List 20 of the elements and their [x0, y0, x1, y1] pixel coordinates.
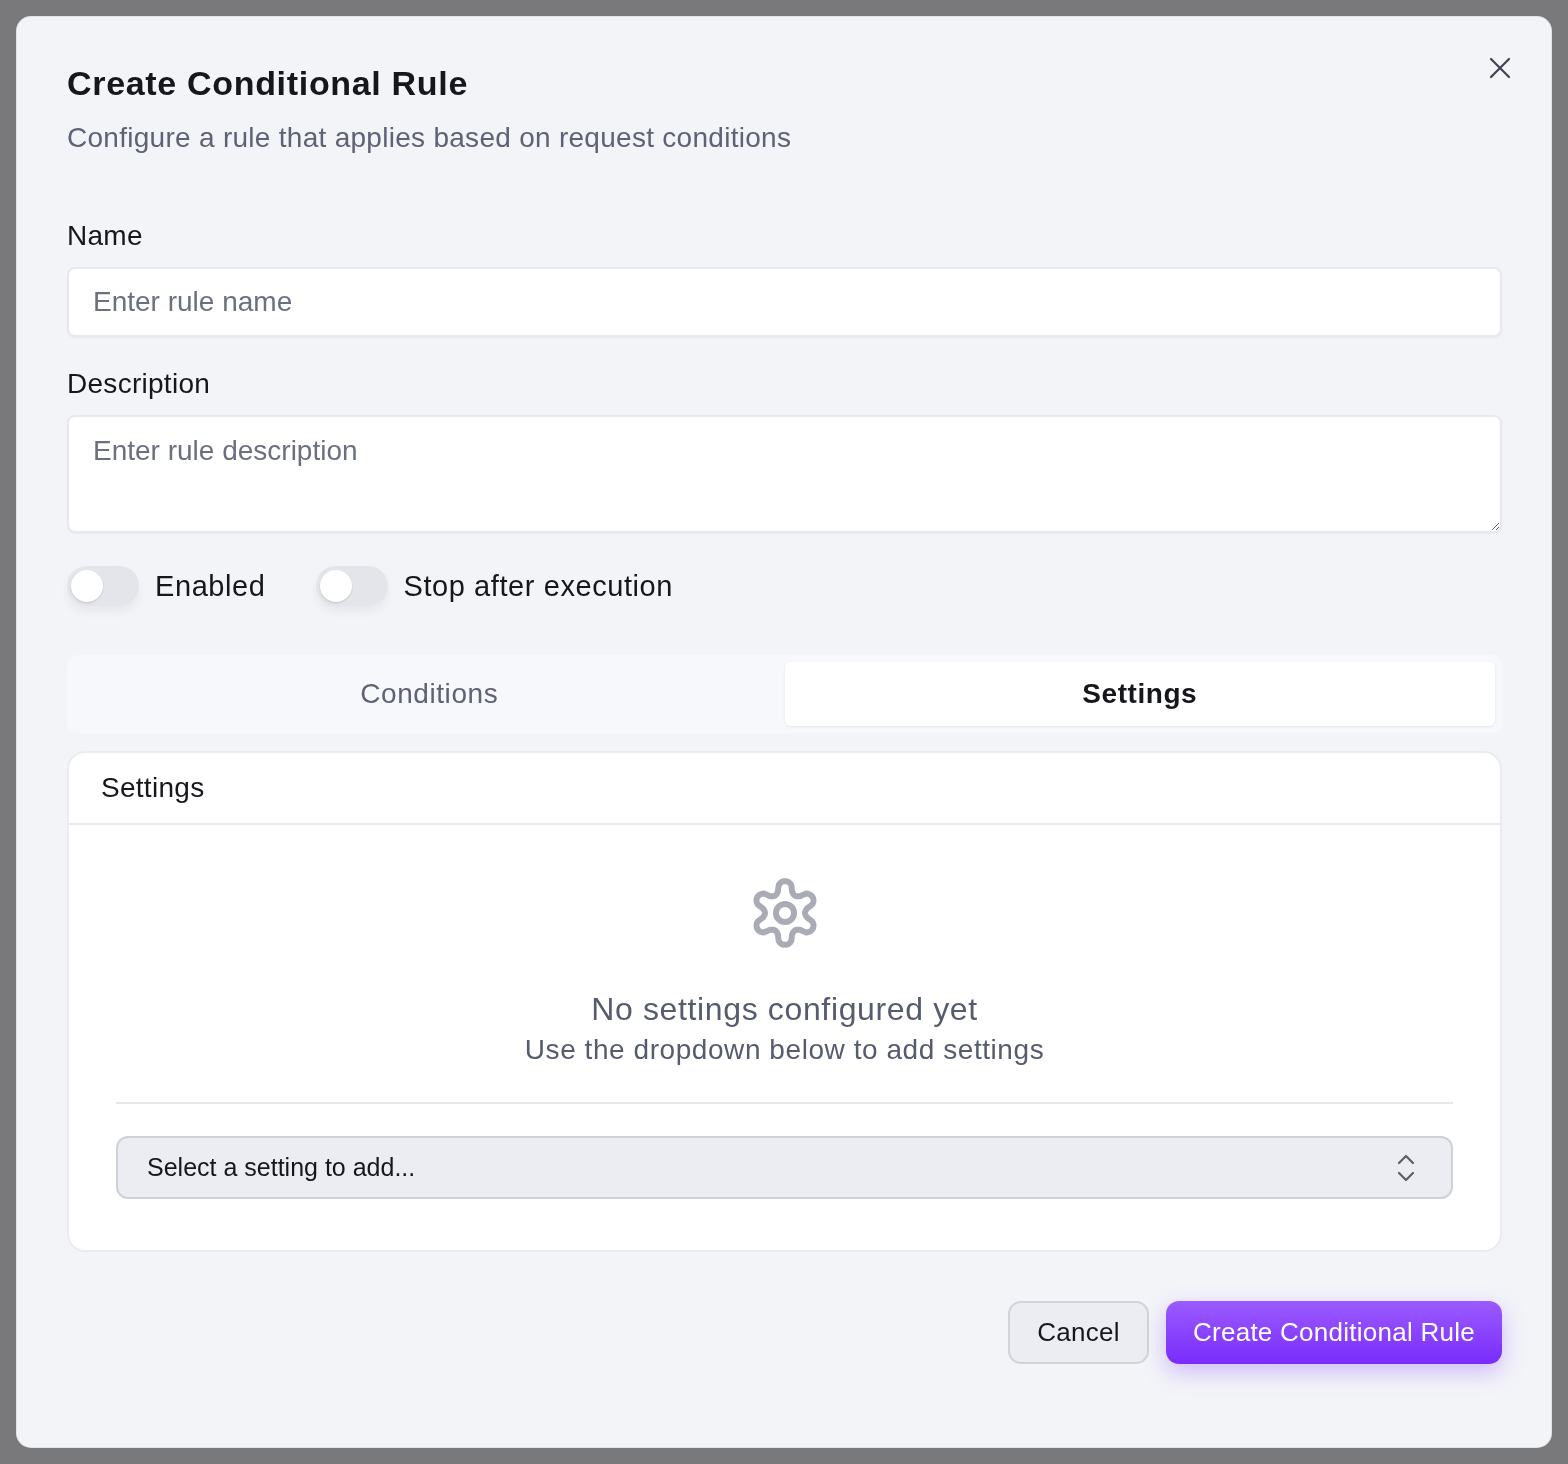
text-field[interactable]: Enter rule name: [67, 267, 1502, 337]
chevron-up-down-icon: [1397, 1153, 1415, 1182]
setting-select[interactable]: Select a setting to add...: [116, 1136, 1453, 1199]
cancel-button[interactable]: Cancel: [1008, 1301, 1149, 1364]
empty-state-title: No settings configured yet: [591, 990, 978, 1029]
card-title: Settings: [101, 771, 205, 805]
tab[interactable]: Settings: [784, 662, 1495, 726]
dialog-subtitle: Configure a rule that applies based on request conditions: [67, 121, 792, 155]
field-label: Name: [67, 219, 143, 253]
toggle-label: Enabled: [155, 569, 266, 604]
dialog-title: Create Conditional Rule: [67, 63, 468, 103]
close-icon: [1489, 57, 1511, 79]
toggle-switch[interactable]: [315, 566, 388, 606]
tab[interactable]: Conditions: [74, 662, 785, 726]
toggle-label: Stop after execution: [403, 569, 674, 604]
create-button[interactable]: Create Conditional Rule: [1166, 1301, 1502, 1364]
empty-state-hint: Use the dropdown below to add settings: [524, 1033, 1045, 1067]
toggle-switch[interactable]: [67, 566, 139, 606]
field-label: Description: [67, 367, 211, 401]
textarea-field[interactable]: Enter rule description: [67, 415, 1502, 533]
